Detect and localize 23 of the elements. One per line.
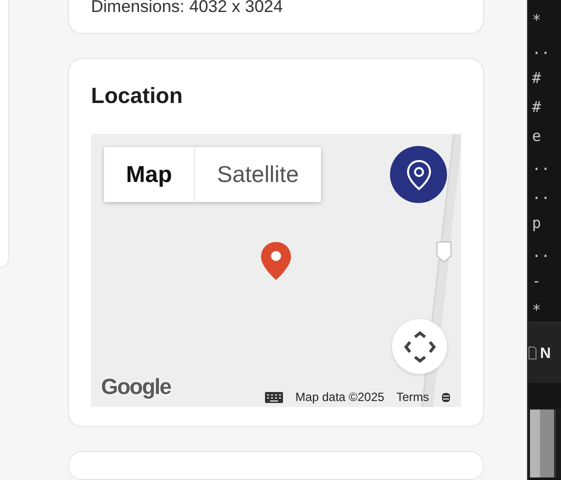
code-line: p [532, 213, 542, 234]
code-line: * [532, 300, 542, 321]
code-line: - [532, 271, 542, 292]
location-pin-icon [406, 158, 432, 190]
four-arrows-icon [404, 330, 436, 362]
code-line: .. [532, 39, 552, 60]
map-logo: Google [101, 374, 171, 400]
keyboard-icon[interactable] [265, 392, 284, 402]
document-icon [528, 346, 537, 360]
dimensions-text: Dimensions: 4032 x 3024 [91, 0, 283, 17]
map-type-tab[interactable]: Map [104, 147, 194, 202]
code-line: .. [532, 155, 552, 176]
terms-link[interactable]: Terms [396, 390, 429, 404]
code-line: .. [532, 184, 552, 205]
editor-tab[interactable]: N [540, 344, 551, 362]
code-line: * [532, 10, 542, 31]
map-type-tab[interactable]: Satellite [194, 147, 321, 202]
card-title: Location [91, 82, 183, 110]
code-line: # [532, 68, 542, 89]
code-line: .. [532, 242, 552, 263]
code-line: e [532, 126, 542, 147]
map-attribution: Map data ©2025 [295, 390, 384, 404]
code-line: # [532, 97, 542, 118]
